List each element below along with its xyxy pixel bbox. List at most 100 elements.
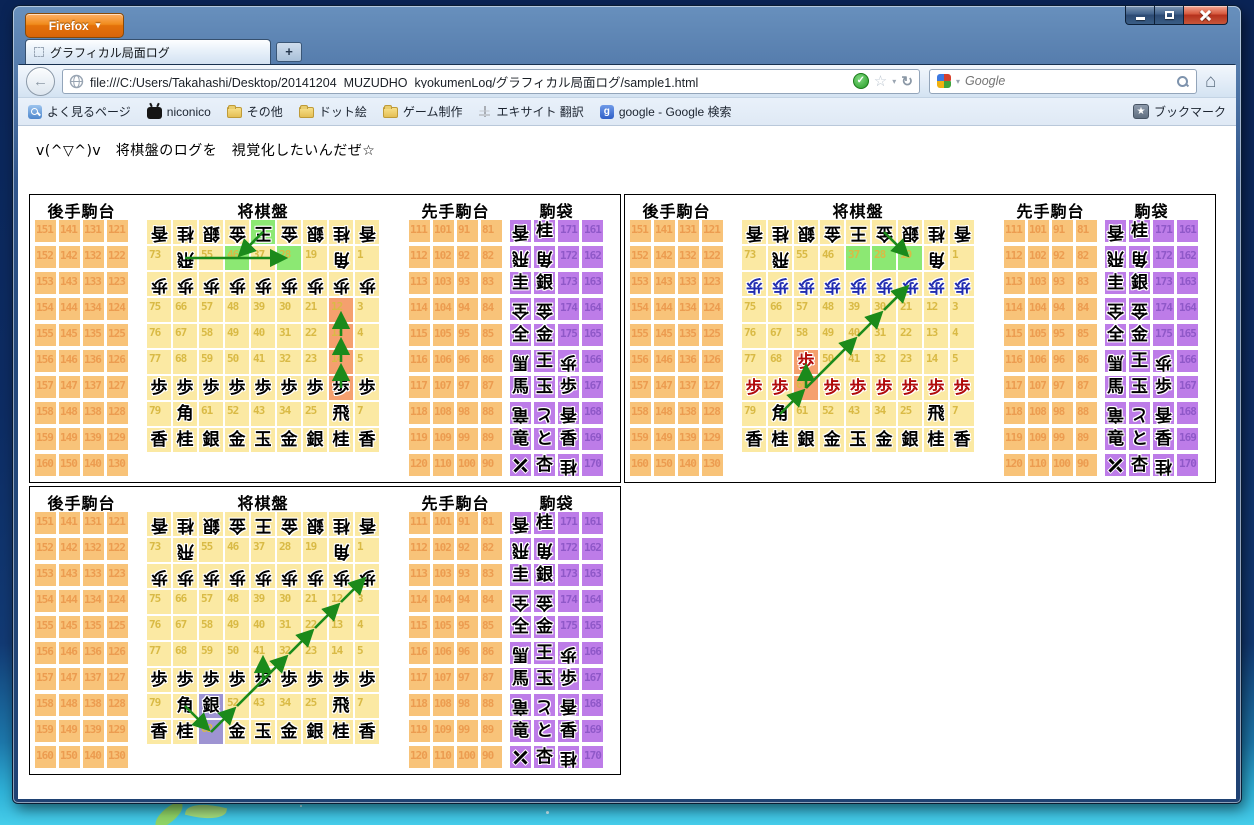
board-cell: 桂: [173, 428, 197, 452]
gote-stand-cell-number: 124: [703, 301, 721, 314]
shogi-panel-3: 後手駒台 151 141 131 121 152 142 132 122 153 143 133 123…: [29, 486, 621, 775]
sente-stand-cell: 112: [409, 246, 430, 268]
shogi-piece-gote: 歩: [745, 274, 763, 295]
maximize-button[interactable]: [1155, 6, 1183, 25]
close-button[interactable]: [1183, 6, 1228, 25]
board-cell: 43: [251, 402, 275, 426]
bookmark-item[interactable]: ドット絵: [298, 103, 367, 120]
search-input[interactable]: [965, 74, 1171, 88]
search-box[interactable]: ▾: [929, 68, 1197, 94]
board-cell: 32: [277, 350, 301, 374]
bag-cell: 香: [510, 512, 531, 534]
gote-stand-cell-number: 125: [703, 327, 721, 340]
bag-piece-sente: 金: [536, 616, 553, 637]
bag-cell: 香: [558, 694, 579, 716]
bag-cell: 173: [558, 564, 579, 586]
sente-stand-cell-number: 108: [434, 405, 452, 418]
gote-stand-cell: 139: [678, 428, 699, 450]
board-cell: 飛: [329, 402, 353, 426]
board-cell: 金: [277, 220, 301, 244]
piece-bag: 駒袋香桂 171 161 飛角 172 162 圭銀 173 163 全金 174 164 全金 175 1…: [510, 198, 603, 482]
gote-stand-cell: 127: [107, 376, 128, 398]
bookmark-item[interactable]: g google - Google 検索: [599, 103, 732, 120]
board-cell: 銀: [199, 428, 223, 452]
bag-cell-number: 174: [560, 593, 578, 606]
bookmark-item[interactable]: niconico: [146, 105, 211, 119]
url-input[interactable]: [90, 74, 847, 88]
board-cell: 銀: [898, 220, 922, 244]
bookmark-item[interactable]: ゲーム制作: [382, 103, 462, 120]
bag-cell: 166: [582, 642, 603, 664]
bookmark-item[interactable]: その他: [226, 103, 283, 120]
board-cell: 玉: [846, 428, 870, 452]
minimize-button[interactable]: [1125, 6, 1155, 25]
tab-kyokumen-log[interactable]: グラフィカル局面ログ: [25, 39, 271, 64]
gote-stand-cell: 148: [654, 402, 675, 424]
gote-stand-cell: 148: [59, 694, 80, 716]
gote-stand-cell-number: 129: [703, 431, 721, 444]
navigation-bar: ← ✓ ☆ ▾ ↻ ▾ ⌂: [18, 65, 1236, 98]
board-cell-number: 58: [201, 326, 213, 339]
board-cell: 歩: [303, 668, 327, 692]
board-cell: 歩: [147, 668, 171, 692]
shogi-piece-gote: 歩: [358, 566, 376, 587]
bag-cell: 馬: [510, 350, 531, 372]
bag-cell: 王: [1129, 350, 1150, 372]
gote-stand-cell: 138: [678, 402, 699, 424]
gote-stand: 後手駒台 151 141 131 121 152 142 132 122 153 143 133 123…: [35, 490, 128, 774]
bag-cell-number: 162: [1179, 249, 1197, 262]
gote-stand-cell-number: 158: [36, 697, 54, 710]
shogi-piece-sente: 銀: [306, 721, 324, 742]
bag-cell: 香: [1153, 428, 1174, 450]
board-cell: 48: [225, 298, 249, 322]
sente-stand-cell: 114: [409, 590, 430, 612]
gote-stand-grid: 151 141 131 121 152 142 132 122 153 143 133 123 154 1…: [630, 220, 723, 476]
sente-stand-cell: 94: [1052, 298, 1073, 320]
bag-cell-number: 170: [1179, 457, 1197, 470]
gote-stand-cell: 157: [35, 668, 56, 690]
board-cell-number: 58: [201, 618, 213, 631]
shogi-piece-sente: 歩: [901, 377, 919, 398]
sente-stand-cell-number: 95: [458, 327, 470, 340]
bag-cell: 174: [558, 590, 579, 612]
board-cell-number: 23: [305, 352, 317, 365]
bag-cell-number: 161: [584, 223, 602, 236]
board-cell: 歩: [950, 272, 974, 296]
bookmark-star-icon[interactable]: ☆: [874, 74, 887, 89]
firefox-menu-button[interactable]: Firefox ▾: [25, 13, 124, 38]
shogi-piece-gote: 銀: [797, 222, 815, 243]
gote-stand-cell-number: 125: [108, 619, 126, 632]
bag-piece-gote: 馬: [512, 643, 529, 664]
home-icon[interactable]: ⌂: [1205, 72, 1216, 91]
gote-stand-cell: 149: [59, 720, 80, 742]
bookmark-item[interactable]: よく見るページ: [28, 103, 131, 120]
tab-title: グラフィカル局面ログ: [50, 45, 170, 60]
gote-stand-cell-number: 156: [36, 353, 54, 366]
back-button[interactable]: ←: [26, 66, 55, 96]
sente-stand-cell-number: 111: [1005, 223, 1023, 236]
sente-stand-cell: 101: [1028, 220, 1049, 242]
board-cell: 31: [872, 324, 896, 348]
gote-stand-cell: 154: [630, 298, 651, 320]
search-engine-dropdown-icon[interactable]: ▾: [956, 77, 960, 86]
bookmarks-menu-button[interactable]: ★ ブックマーク: [1132, 103, 1226, 120]
shogi-piece-gote: 歩: [875, 274, 893, 295]
board-cell: 50: [225, 350, 249, 374]
search-icon[interactable]: [1176, 75, 1189, 88]
bookmark-item[interactable]: エキサイト 翻訳: [478, 103, 584, 120]
bag-piece-sente: 馬: [512, 668, 529, 689]
gote-stand-cell: 122: [107, 246, 128, 268]
sente-stand-cell-number: 96: [458, 353, 470, 366]
new-tab-button[interactable]: +: [276, 42, 302, 62]
board-cell: 歩: [199, 376, 223, 400]
bag-cell: 杏: [534, 746, 555, 768]
board-cell: 金: [225, 720, 249, 744]
gote-stand-cell: 122: [702, 246, 723, 268]
reload-icon[interactable]: ↻: [901, 73, 913, 90]
url-bar[interactable]: ✓ ☆ ▾ ↻: [62, 68, 920, 94]
url-dropdown-icon[interactable]: ▾: [892, 77, 896, 86]
gote-stand-cell: 136: [83, 642, 104, 664]
sente-stand-cell-number: 107: [434, 671, 452, 684]
bag-cell: 圭: [1105, 272, 1126, 294]
bag-cell-number: 166: [1179, 353, 1197, 366]
